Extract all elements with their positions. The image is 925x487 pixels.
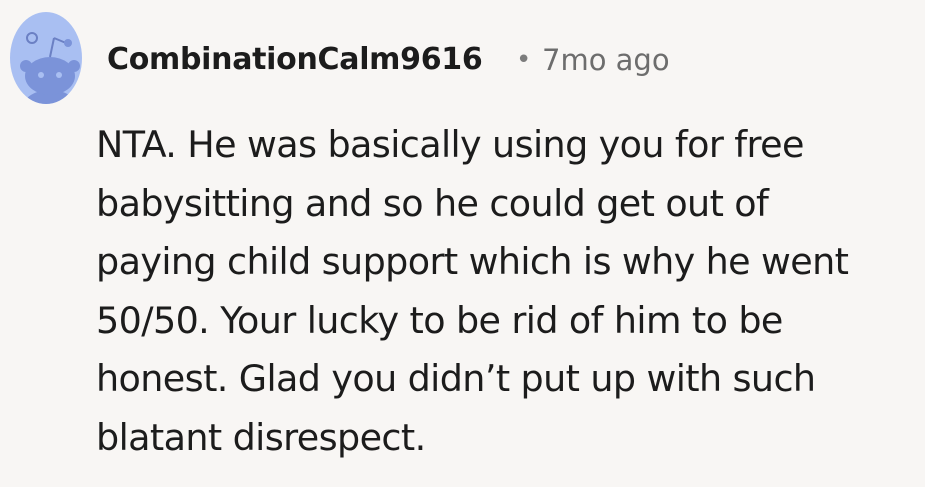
meta-separator: • — [516, 45, 532, 75]
reddit-snoo-avatar-icon — [10, 12, 82, 104]
comment-timestamp[interactable]: 7mo ago — [542, 40, 670, 80]
avatar[interactable] — [10, 12, 82, 104]
comment-author[interactable]: CombinationCalm9616 — [107, 40, 483, 80]
comment-body: NTA. He was basically using you for free… — [96, 123, 849, 459]
comment: CombinationCalm9616 • 7mo ago NTA. He wa… — [0, 0, 925, 487]
